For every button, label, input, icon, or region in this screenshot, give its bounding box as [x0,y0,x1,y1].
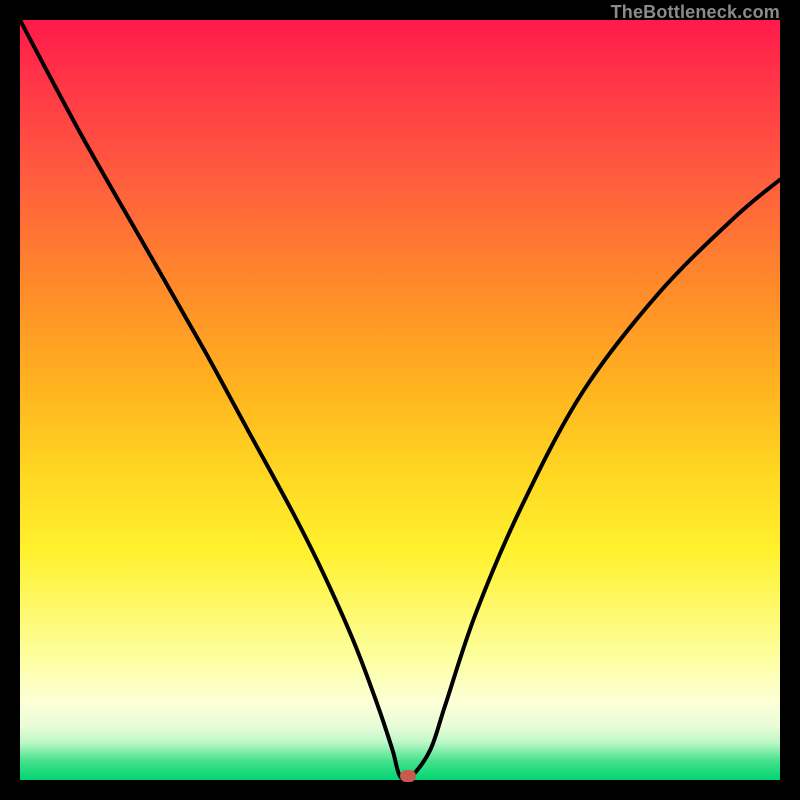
chart-frame: TheBottleneck.com [0,0,800,800]
optimum-marker [400,770,416,782]
plot-area [20,20,780,780]
curve-svg [20,20,780,780]
bottleneck-curve [20,20,780,780]
